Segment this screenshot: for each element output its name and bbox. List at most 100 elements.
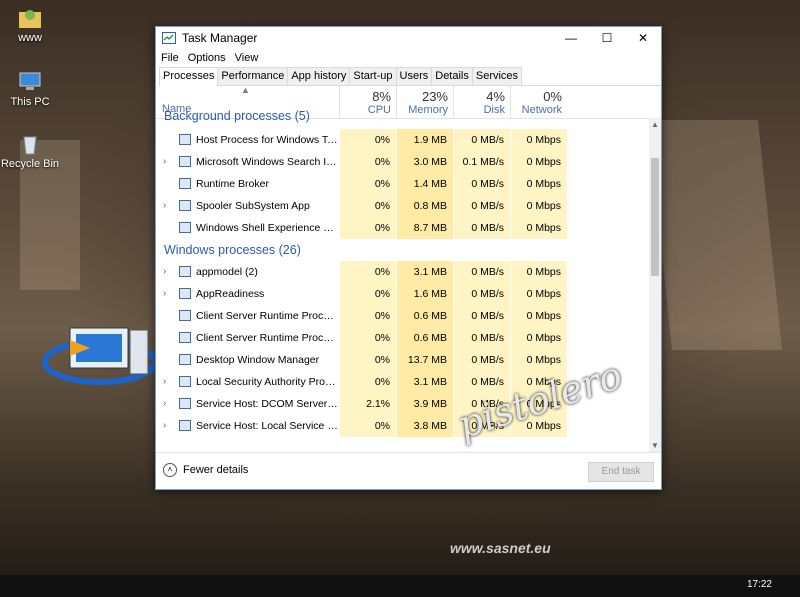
memory-cell: 0.6 MB	[396, 327, 453, 349]
network-cell: 0 Mbps	[510, 261, 567, 283]
disk-cell: 0 MB/s	[453, 327, 510, 349]
network-cell: 0 Mbps	[510, 173, 567, 195]
process-row[interactable]: Host Process for Windows Tasks 0% 1.9 MB 0 …	[156, 129, 649, 151]
process-row[interactable]: Runtime Broker 0% 1.4 MB 0 MB/s 0 Mbps	[156, 173, 649, 195]
process-name: Client Server Runtime Process	[196, 310, 338, 322]
expand-chevron-icon[interactable]: ›	[163, 398, 166, 409]
process-row[interactable]: › AppReadiness 0% 1.6 MB 0 MB/s 0 Mbps	[156, 283, 649, 305]
menu-options[interactable]: Options	[188, 52, 226, 64]
process-row[interactable]: Client Server Runtime Process 0% 0.6 MB 0 M…	[156, 305, 649, 327]
cpu-cell: 0%	[339, 415, 396, 437]
memory-cell: 3.0 MB	[396, 151, 453, 173]
process-row[interactable]: › Service Host: Local Service (6) 0% 3.8 MB…	[156, 415, 649, 437]
tab-services[interactable]: Services	[471, 67, 523, 85]
taskbar-clock[interactable]: 17:22	[747, 579, 772, 590]
network-cell: 0 Mbps	[510, 195, 567, 217]
taskbar: 17:22	[0, 575, 800, 597]
process-icon	[179, 266, 191, 277]
memory-cell: 13.7 MB	[396, 349, 453, 371]
process-icon	[179, 420, 191, 431]
group-header-windows[interactable]: Windows processes (26)	[156, 239, 649, 261]
memory-cell: 8.7 MB	[396, 217, 453, 239]
cpu-cell: 0%	[339, 349, 396, 371]
disk-cell: 0 MB/s	[453, 283, 510, 305]
cpu-cell: 0%	[339, 283, 396, 305]
network-cell: 0 Mbps	[510, 349, 567, 371]
process-row[interactable]: Windows Shell Experience Host 0% 8.7 MB 0 M…	[156, 217, 649, 239]
cpu-cell: 0%	[339, 305, 396, 327]
expand-chevron-icon[interactable]: ›	[163, 420, 166, 431]
process-row[interactable]: › appmodel (2) 0% 3.1 MB 0 MB/s 0 Mbps	[156, 261, 649, 283]
end-task-button[interactable]: End task	[588, 462, 654, 482]
tab-processes[interactable]: Processes	[159, 67, 219, 86]
disk-cell: 0 MB/s	[453, 173, 510, 195]
memory-cell: 1.6 MB	[396, 283, 453, 305]
cpu-cell: 0%	[339, 151, 396, 173]
scroll-thumb[interactable]	[651, 158, 659, 276]
window-title: Task Manager	[182, 31, 258, 45]
memory-cell: 3.1 MB	[396, 371, 453, 393]
process-name: AppReadiness	[196, 288, 265, 300]
process-row[interactable]: Client Server Runtime Process 0% 0.6 MB 0 M…	[156, 327, 649, 349]
vertical-scrollbar[interactable]: ▲ ▼	[649, 118, 661, 452]
recycle-bin-icon	[23, 136, 37, 155]
tab-details[interactable]: Details	[431, 67, 473, 85]
memory-cell: 3.1 MB	[396, 261, 453, 283]
disk-cell: 0 MB/s	[453, 261, 510, 283]
process-icon	[179, 354, 191, 365]
site-watermark: www.sasnet.eu	[450, 540, 551, 556]
desktop-icon-www[interactable]: www	[0, 6, 60, 44]
network-cell: 0 Mbps	[510, 129, 567, 151]
tab-users[interactable]: Users	[395, 67, 433, 85]
desktop-icon-label: www	[18, 32, 42, 44]
tab-performance[interactable]: Performance	[217, 67, 289, 85]
tab-strip: Processes Performance App history Start-…	[159, 67, 661, 86]
title-bar[interactable]: Task Manager — ☐ ✕	[156, 27, 661, 49]
process-name: Host Process for Windows Tasks	[196, 134, 338, 146]
process-name: Local Security Authority Process...	[196, 376, 338, 388]
desktop-icon-recycle-bin[interactable]: Recycle Bin	[0, 132, 60, 170]
scroll-up-icon[interactable]: ▲	[651, 120, 659, 129]
ship-sail	[647, 120, 783, 350]
desktop-icon-this-pc[interactable]: This PC	[0, 70, 60, 108]
task-manager-window: Task Manager — ☐ ✕ File Options View Pro…	[155, 26, 662, 490]
network-total: 0%	[543, 89, 562, 104]
cpu-cell: 2.1%	[339, 393, 396, 415]
group-header-background[interactable]: Background processes (5)	[156, 109, 649, 129]
expand-chevron-icon[interactable]: ›	[163, 156, 166, 167]
memory-cell: 1.4 MB	[396, 173, 453, 195]
process-row[interactable]: › Microsoft Windows Search Inde... 0% 3.0 M…	[156, 151, 649, 173]
user-folder-icon	[19, 10, 41, 28]
menu-file[interactable]: File	[161, 52, 179, 64]
maximize-button[interactable]: ☐	[589, 27, 625, 49]
cpu-cell: 0%	[339, 195, 396, 217]
tab-start-up[interactable]: Start-up	[349, 67, 397, 85]
cpu-cell: 0%	[339, 129, 396, 151]
close-button[interactable]: ✕	[625, 27, 661, 49]
process-name: Windows Shell Experience Host	[196, 222, 338, 234]
tab-app-history[interactable]: App history	[287, 67, 351, 85]
disk-cell: 0.1 MB/s	[453, 151, 510, 173]
expand-chevron-icon[interactable]: ›	[163, 376, 166, 387]
process-icon	[179, 134, 191, 145]
expand-chevron-icon[interactable]: ›	[163, 288, 166, 299]
fewer-details-button[interactable]: ˄ Fewer details	[163, 463, 248, 477]
process-name: Desktop Window Manager	[196, 354, 320, 366]
minimize-button[interactable]: —	[553, 27, 589, 49]
memory-cell: 0.8 MB	[396, 195, 453, 217]
process-name: appmodel (2)	[196, 266, 258, 278]
group-label: Background processes (5)	[164, 109, 310, 123]
expand-chevron-icon[interactable]: ›	[163, 266, 166, 277]
forum-logo-image	[42, 327, 158, 385]
computer-icon	[19, 72, 41, 90]
scroll-down-icon[interactable]: ▼	[651, 441, 659, 450]
network-cell: 0 Mbps	[510, 305, 567, 327]
task-manager-icon	[162, 32, 176, 44]
expand-chevron-icon[interactable]: ›	[163, 200, 166, 211]
disk-cell: 0 MB/s	[453, 349, 510, 371]
process-row[interactable]: › Spooler SubSystem App 0% 0.8 MB 0 MB/s 0 Mb…	[156, 195, 649, 217]
menu-view[interactable]: View	[235, 52, 259, 64]
cpu-cell: 0%	[339, 327, 396, 349]
group-label: Windows processes (26)	[164, 243, 301, 257]
process-name: Microsoft Windows Search Inde...	[196, 156, 338, 168]
